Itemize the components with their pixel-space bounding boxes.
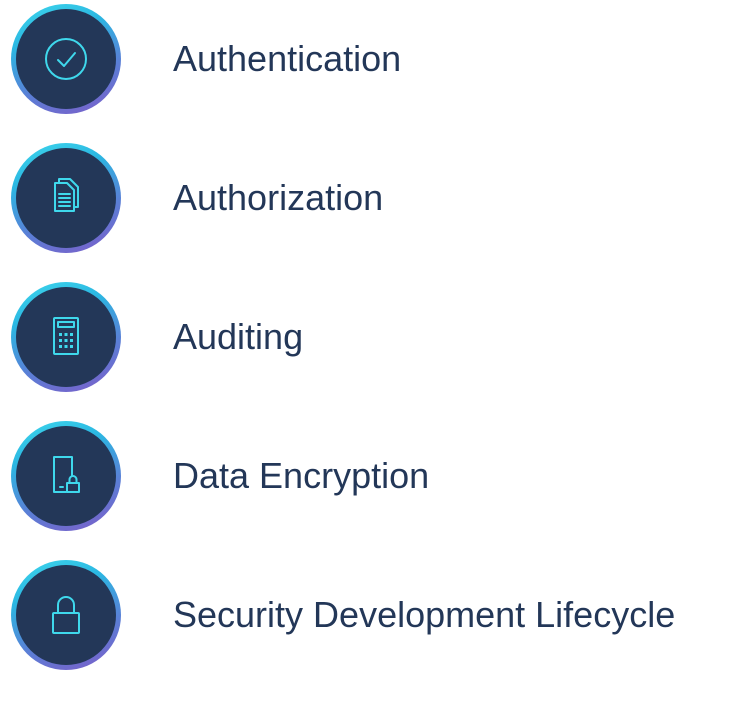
item-label: Security Development Lifecycle	[173, 594, 676, 635]
icon-badge	[11, 4, 121, 114]
item-label: Data Encryption	[173, 455, 430, 496]
list-item-auditing: Auditing	[11, 282, 748, 392]
documents-icon	[54, 178, 79, 212]
list-item-data-encryption: Data Encryption	[11, 421, 748, 531]
icon-badge	[11, 282, 121, 392]
check-circle-icon	[45, 38, 87, 80]
device-lock-icon	[53, 456, 80, 493]
icon-badge	[11, 421, 121, 531]
list-item-authentication: Authentication	[11, 4, 748, 114]
item-label: Auditing	[173, 316, 304, 357]
icon-badge	[11, 143, 121, 253]
item-label: Authorization	[173, 177, 384, 218]
security-feature-list: Authentication Authorization Auditing Da…	[11, 4, 748, 670]
list-item-authorization: Authorization	[11, 143, 748, 253]
calculator-icon	[53, 317, 79, 355]
list-item-security-development-lifecycle: Security Development Lifecycle	[11, 560, 748, 670]
item-label: Authentication	[173, 38, 402, 79]
icon-badge	[11, 560, 121, 670]
padlock-icon	[52, 596, 80, 634]
